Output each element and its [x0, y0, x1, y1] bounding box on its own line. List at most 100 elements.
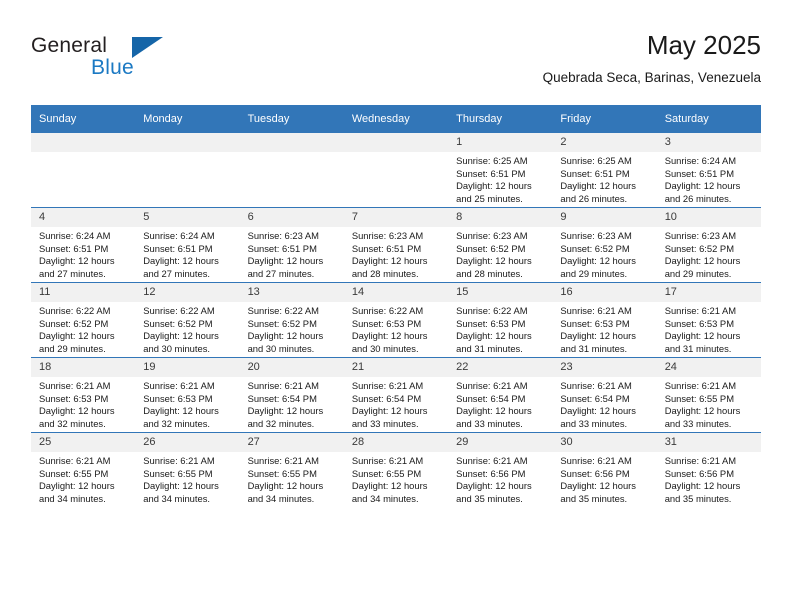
- sunset-text: Sunset: 6:51 PM: [664, 167, 734, 179]
- calendar-day-cell[interactable]: 30 Sunrise: 6:21 AM Sunset: 6:56 PM Dayligh…: [552, 432, 657, 507]
- sunrise-text: Sunrise: 6:21 AM: [560, 380, 632, 391]
- daylight-text-line2: and 30 minutes.: [351, 342, 419, 354]
- calendar-day-cell[interactable]: 7 Sunrise: 6:23 AM Sunset: 6:51 PM Daylight…: [343, 207, 449, 283]
- daylight-text-line1: Daylight: 12 hours: [351, 255, 428, 267]
- day-number: 11: [31, 283, 136, 302]
- calendar-day-cell[interactable]: 17 Sunrise: 6:21 AM Sunset: 6:53 PM Dayligh…: [656, 282, 761, 358]
- calendar-day-cell[interactable]: 2 Sunrise: 6:25 AM Sunset: 6:51 PM Daylight…: [552, 133, 657, 208]
- day-details: Sunrise: 6:21 AM Sunset: 6:54 PM Daylight:…: [552, 377, 656, 430]
- calendar-day-cell[interactable]: 6 Sunrise: 6:23 AM Sunset: 6:51 PM Daylight…: [239, 207, 344, 283]
- sunrise-text: Sunrise: 6:25 AM: [560, 155, 632, 166]
- day-details: Sunrise: 6:22 AM Sunset: 6:53 PM Daylight:…: [344, 302, 448, 355]
- day-details: Sunrise: 6:21 AM Sunset: 6:56 PM Daylight:…: [552, 452, 656, 505]
- day-details: Sunrise: 6:24 AM Sunset: 6:51 PM Daylight:…: [135, 227, 239, 280]
- sunrise-text: Sunrise: 6:25 AM: [456, 155, 528, 166]
- day-details: Sunrise: 6:23 AM Sunset: 6:51 PM Daylight:…: [344, 227, 448, 280]
- day-number: 30: [552, 433, 657, 452]
- calendar-day-cell[interactable]: 20 Sunrise: 6:21 AM Sunset: 6:54 PM Dayligh…: [239, 357, 344, 433]
- day-details: Sunrise: 6:21 AM Sunset: 6:54 PM Daylight:…: [240, 377, 344, 430]
- sunset-text: Sunset: 6:53 PM: [143, 392, 213, 404]
- day-details: Sunrise: 6:21 AM Sunset: 6:54 PM Daylight:…: [448, 377, 552, 430]
- calendar-day-cell[interactable]: 8 Sunrise: 6:23 AM Sunset: 6:52 PM Daylight…: [448, 207, 553, 283]
- calendar-day-cell[interactable]: 21 Sunrise: 6:21 AM Sunset: 6:54 PM Dayligh…: [343, 357, 449, 433]
- calendar-day-cell[interactable]: 9 Sunrise: 6:23 AM Sunset: 6:52 PM Daylight…: [552, 207, 657, 283]
- weekday-header-monday: Monday: [135, 105, 240, 133]
- calendar-day-cell[interactable]: 29 Sunrise: 6:21 AM Sunset: 6:56 PM Dayligh…: [448, 432, 553, 507]
- day-details: Sunrise: 6:24 AM Sunset: 6:51 PM Daylight:…: [31, 227, 135, 280]
- calendar-day-cell[interactable]: 12 Sunrise: 6:22 AM Sunset: 6:52 PM Dayligh…: [135, 282, 240, 358]
- brand-logo[interactable]: General Blue: [31, 34, 271, 96]
- daylight-text-line1: Daylight: 12 hours: [143, 330, 219, 342]
- daylight-text-line2: and 35 minutes.: [664, 492, 732, 504]
- sunset-text: Sunset: 6:52 PM: [560, 242, 630, 254]
- day-details: Sunrise: 6:21 AM Sunset: 6:55 PM Daylight:…: [135, 452, 239, 505]
- sunset-text: Sunset: 6:53 PM: [664, 317, 734, 329]
- day-number: 24: [656, 358, 761, 377]
- sunset-text: Sunset: 6:53 PM: [560, 317, 630, 329]
- day-number: 4: [31, 208, 136, 227]
- calendar-day-cell[interactable]: 16 Sunrise: 6:21 AM Sunset: 6:53 PM Dayligh…: [552, 282, 657, 358]
- calendar-day-cell[interactable]: 28 Sunrise: 6:21 AM Sunset: 6:55 PM Dayligh…: [343, 432, 449, 507]
- calendar-day-cell[interactable]: 24 Sunrise: 6:21 AM Sunset: 6:55 PM Dayligh…: [656, 357, 761, 433]
- calendar-day-cell[interactable]: 15 Sunrise: 6:22 AM Sunset: 6:53 PM Dayligh…: [448, 282, 553, 358]
- calendar-body: 1 Sunrise: 6:25 AM Sunset: 6:51 PM Daylight…: [31, 133, 761, 507]
- day-number: 1: [448, 133, 553, 152]
- sunset-text: Sunset: 6:56 PM: [456, 467, 526, 479]
- calendar-day-cell[interactable]: 18 Sunrise: 6:21 AM Sunset: 6:53 PM Dayligh…: [31, 357, 136, 433]
- daylight-text-line1: Daylight: 12 hours: [560, 480, 636, 492]
- day-number: 2: [552, 133, 657, 152]
- calendar-day-cell[interactable]: 22 Sunrise: 6:21 AM Sunset: 6:54 PM Dayligh…: [448, 357, 553, 433]
- calendar-day-cell[interactable]: 1 Sunrise: 6:25 AM Sunset: 6:51 PM Daylight…: [448, 133, 553, 208]
- calendar-day-cell[interactable]: 25 Sunrise: 6:21 AM Sunset: 6:55 PM Dayligh…: [31, 432, 136, 507]
- day-number: 6: [239, 208, 344, 227]
- sunrise-text: Sunrise: 6:23 AM: [560, 230, 632, 241]
- calendar-day-cell[interactable]: 11 Sunrise: 6:22 AM Sunset: 6:52 PM Dayligh…: [31, 282, 136, 358]
- weekday-header-wednesday: Wednesday: [343, 105, 449, 133]
- daylight-text-line1: Daylight: 12 hours: [456, 480, 532, 492]
- sunrise-text: Sunrise: 6:24 AM: [39, 230, 111, 241]
- calendar-day-cell[interactable]: 27 Sunrise: 6:21 AM Sunset: 6:55 PM Dayligh…: [239, 432, 344, 507]
- page-header: General Blue May 2025 Quebrada Seca, Bar…: [31, 28, 761, 100]
- day-number: 17: [656, 283, 761, 302]
- day-details: Sunrise: 6:22 AM Sunset: 6:52 PM Daylight:…: [31, 302, 135, 355]
- day-details: Sunrise: 6:21 AM Sunset: 6:56 PM Daylight:…: [448, 452, 552, 505]
- sunset-text: Sunset: 6:52 PM: [143, 317, 213, 329]
- calendar-day-cell[interactable]: 3 Sunrise: 6:24 AM Sunset: 6:51 PM Daylight…: [656, 133, 761, 208]
- daylight-text-line2: and 25 minutes.: [456, 192, 523, 204]
- daylight-text-line2: and 31 minutes.: [456, 342, 523, 354]
- sunset-text: Sunset: 6:52 PM: [664, 242, 734, 254]
- sunset-text: Sunset: 6:55 PM: [351, 467, 422, 479]
- day-number: 20: [239, 358, 344, 377]
- day-details: Sunrise: 6:24 AM Sunset: 6:51 PM Daylight:…: [657, 152, 761, 205]
- calendar-day-cell[interactable]: 13 Sunrise: 6:22 AM Sunset: 6:52 PM Dayligh…: [239, 282, 344, 358]
- daylight-text-line1: Daylight: 12 hours: [351, 405, 428, 417]
- calendar-day-cell[interactable]: 4 Sunrise: 6:24 AM Sunset: 6:51 PM Daylight…: [31, 207, 136, 283]
- daylight-text-line1: Daylight: 12 hours: [456, 405, 532, 417]
- day-number: 19: [135, 358, 240, 377]
- calendar-day-cell[interactable]: 26 Sunrise: 6:21 AM Sunset: 6:55 PM Dayligh…: [135, 432, 240, 507]
- day-details: Sunrise: 6:23 AM Sunset: 6:52 PM Daylight:…: [657, 227, 761, 280]
- daylight-text-line1: Daylight: 12 hours: [39, 330, 115, 342]
- calendar-day-cell[interactable]: 14 Sunrise: 6:22 AM Sunset: 6:53 PM Dayligh…: [343, 282, 449, 358]
- day-number: 10: [656, 208, 761, 227]
- calendar-page: General Blue May 2025 Quebrada Seca, Bar…: [0, 0, 792, 612]
- daylight-text-line2: and 29 minutes.: [560, 267, 628, 279]
- sunset-text: Sunset: 6:51 PM: [456, 167, 526, 179]
- calendar-day-cell[interactable]: 10 Sunrise: 6:23 AM Sunset: 6:52 PM Dayligh…: [656, 207, 761, 283]
- sunset-text: Sunset: 6:52 PM: [247, 317, 317, 329]
- daylight-text-line1: Daylight: 12 hours: [664, 330, 741, 342]
- daylight-text-line1: Daylight: 12 hours: [351, 330, 428, 342]
- calendar-week-row: 1 Sunrise: 6:25 AM Sunset: 6:51 PM Daylight…: [31, 133, 761, 208]
- calendar-day-cell[interactable]: 23 Sunrise: 6:21 AM Sunset: 6:54 PM Dayligh…: [552, 357, 657, 433]
- calendar-day-cell[interactable]: 31 Sunrise: 6:21 AM Sunset: 6:56 PM Dayligh…: [656, 432, 761, 507]
- calendar-day-cell[interactable]: 19 Sunrise: 6:21 AM Sunset: 6:53 PM Dayligh…: [135, 357, 240, 433]
- daylight-text-line1: Daylight: 12 hours: [39, 480, 115, 492]
- daylight-text-line2: and 27 minutes.: [247, 267, 315, 279]
- daylight-text-line2: and 29 minutes.: [39, 342, 106, 354]
- daylight-text-line2: and 29 minutes.: [664, 267, 732, 279]
- day-number: [343, 133, 449, 152]
- day-details: Sunrise: 6:21 AM Sunset: 6:55 PM Daylight:…: [31, 452, 135, 505]
- calendar-day-cell[interactable]: 5 Sunrise: 6:24 AM Sunset: 6:51 PM Daylight…: [135, 207, 240, 283]
- page-title: May 2025: [646, 30, 761, 60]
- day-number: 28: [343, 433, 449, 452]
